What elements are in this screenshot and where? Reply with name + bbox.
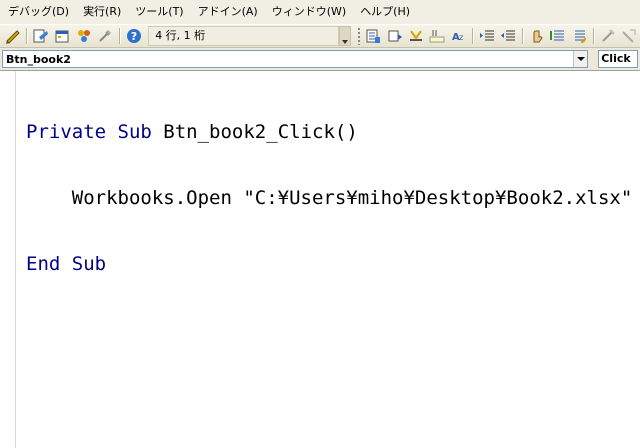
object-combo-box[interactable]: Btn_book2 [2, 50, 589, 68]
code-identifier: Btn_book2_Click() [151, 121, 358, 143]
code-keyword: End [26, 253, 61, 275]
svg-text:?: ? [130, 30, 136, 43]
list-constants-icon[interactable] [384, 26, 405, 46]
project-explorer-icon[interactable] [30, 26, 51, 46]
procedure-combo-value: Click [601, 52, 631, 65]
toolbar-separator [472, 28, 474, 44]
code-margin-indicator-bar[interactable] [0, 71, 16, 448]
outdent-icon[interactable] [498, 26, 519, 46]
code-line-1: Private Sub Btn_book2_Click() [26, 121, 632, 143]
object-browser-icon[interactable] [73, 26, 94, 46]
quick-info-icon[interactable] [405, 26, 426, 46]
comment-block-icon[interactable] [547, 26, 568, 46]
toolbar-grip[interactable] [356, 27, 361, 45]
menu-tools[interactable]: ツール(T) [128, 2, 190, 22]
design-mode-icon[interactable] [2, 26, 23, 46]
code-keyword: Sub [71, 253, 107, 275]
code-editor[interactable]: Private Sub Btn_book2_Click() Workbooks.… [0, 70, 640, 448]
toggle-breakpoint-icon[interactable] [526, 26, 547, 46]
menu-bar: デバッグ(D) 実行(R) ツール(T) アドイン(A) ウィンドウ(W) ヘル… [0, 0, 640, 24]
properties-window-icon[interactable] [52, 26, 73, 46]
toolbar-separator [522, 28, 524, 44]
cursor-position-readout: 4 行, 1 桁 [148, 26, 339, 46]
toolbar-separator [26, 28, 28, 44]
toolbar-separator [118, 28, 120, 44]
menu-debug[interactable]: デバッグ(D) [2, 2, 76, 22]
menu-run[interactable]: 実行(R) [76, 2, 128, 22]
complete-word-icon[interactable]: Az [448, 26, 469, 46]
toolbar-separator [593, 28, 595, 44]
parameter-info-icon[interactable] [427, 26, 448, 46]
menu-window[interactable]: ウィンドウ(W) [265, 2, 353, 22]
object-combo-value: Btn_book2 [6, 52, 71, 66]
toolbox-icon[interactable] [94, 26, 115, 46]
help-icon[interactable]: ? [123, 26, 144, 46]
indent-icon[interactable] [476, 26, 497, 46]
code-text[interactable]: Private Sub Btn_book2_Click() Workbooks.… [26, 77, 632, 319]
standard-toolbar: ? 4 行, 1 桁 Az [0, 24, 640, 48]
list-properties-icon[interactable] [363, 26, 384, 46]
code-line-2: Workbooks.Open "C:¥Users¥miho¥Desktop¥Bo… [26, 187, 633, 209]
chevron-down-icon[interactable] [573, 51, 588, 67]
menu-help[interactable]: ヘルプ(H) [353, 2, 417, 22]
code-window-combo-row: Btn_book2 Click [0, 48, 640, 70]
code-keyword: Sub [117, 121, 152, 143]
uncomment-block-icon[interactable] [569, 26, 590, 46]
next-bookmark-icon[interactable] [619, 26, 640, 46]
code-line-3: End Sub [26, 253, 632, 275]
menu-addins[interactable]: アドイン(A) [191, 2, 265, 22]
code-keyword: Private [26, 121, 107, 143]
procedure-combo-box[interactable]: Click [598, 50, 638, 68]
toolbar-options-dropdown[interactable] [338, 26, 351, 46]
toggle-bookmark-icon[interactable] [597, 26, 618, 46]
svg-text:z: z [459, 33, 463, 42]
